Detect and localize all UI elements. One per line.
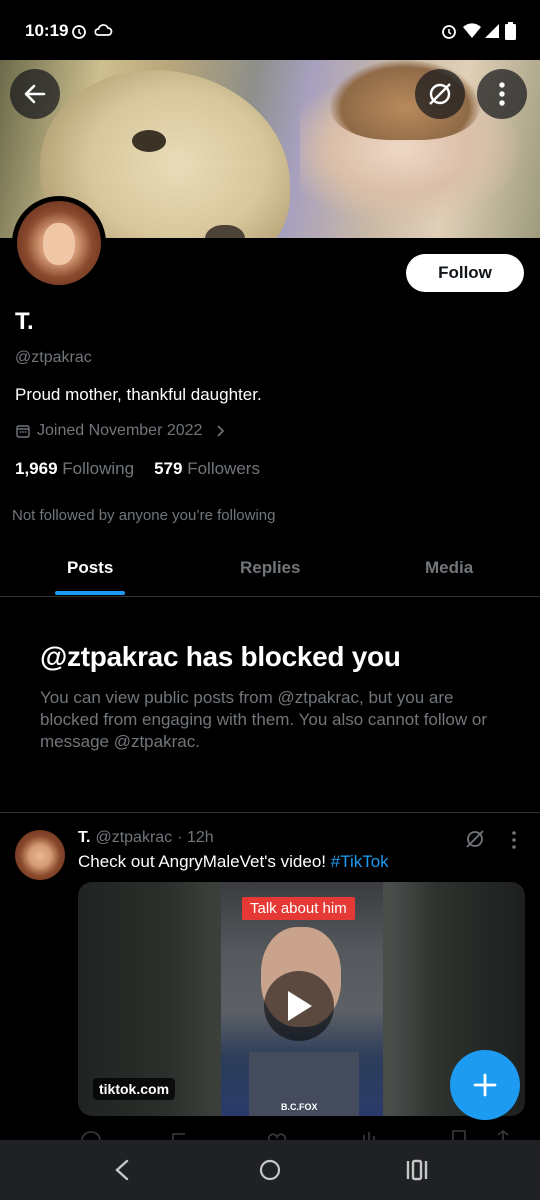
blocked-text: You can view public posts from @ztpakrac… xyxy=(40,688,487,751)
nav-recents-icon[interactable] xyxy=(405,1159,429,1181)
tab-indicator xyxy=(55,591,125,595)
post-avatar[interactable] xyxy=(15,830,65,880)
grok-icon[interactable] xyxy=(464,828,486,850)
following-label: Following xyxy=(62,459,135,478)
status-time: 10:19 xyxy=(25,21,69,40)
alarm-icon xyxy=(442,25,456,39)
not-followed-note: Not followed by anyone you’re following xyxy=(12,507,276,524)
status-bar: 10:19 xyxy=(0,0,540,60)
tab-media[interactable]: Media xyxy=(425,558,473,578)
card-domain: tiktok.com xyxy=(93,1078,176,1100)
repost-icon[interactable] xyxy=(170,1130,192,1140)
profile-handle: @ztpakrac xyxy=(15,349,92,366)
compose-button[interactable] xyxy=(450,1050,520,1120)
profile-name: T. xyxy=(15,308,34,335)
share-icon[interactable] xyxy=(492,1130,514,1140)
grok-button[interactable] xyxy=(415,69,465,119)
cloud-icon xyxy=(94,24,113,36)
following-count: 1,969 xyxy=(15,459,58,478)
post-author-handle: @ztpakrac xyxy=(95,829,173,846)
signal-icon xyxy=(485,24,499,38)
bookmark-icon[interactable] xyxy=(450,1130,468,1140)
wifi-icon xyxy=(463,23,481,38)
play-icon xyxy=(288,991,312,1021)
post-more-icon[interactable] xyxy=(510,830,518,850)
following-link[interactable]: 1,969 Following xyxy=(15,459,134,479)
nav-home-icon[interactable] xyxy=(258,1158,282,1182)
post-author-name[interactable]: T. xyxy=(78,829,90,847)
blocked-title: @ztpakrac has blocked you xyxy=(40,641,401,672)
tab-posts[interactable]: Posts xyxy=(67,558,113,578)
followers-link[interactable]: 579 Followers xyxy=(154,459,260,479)
followers-label: Followers xyxy=(187,459,260,478)
post-actions xyxy=(78,1128,518,1140)
post-hashtag[interactable]: #TikTok xyxy=(331,852,389,871)
profile-tabs: Posts Replies Media xyxy=(0,540,540,597)
avatar-image xyxy=(17,201,101,285)
back-button[interactable] xyxy=(10,69,60,119)
like-icon[interactable] xyxy=(266,1130,288,1140)
video-overlay-label: Talk about him xyxy=(242,897,355,920)
video-watermark: B.C.FOX xyxy=(281,1102,318,1112)
plus-icon xyxy=(473,1073,497,1097)
play-button[interactable] xyxy=(264,971,334,1041)
profile-avatar[interactable] xyxy=(12,196,106,290)
grok-icon xyxy=(429,83,451,105)
battery-icon xyxy=(505,22,516,40)
post-header: T. @ztpakrac · 12h xyxy=(78,829,214,847)
arrow-left-icon xyxy=(24,84,46,104)
system-nav-bar xyxy=(0,1140,540,1200)
joined-label: Joined November 2022 xyxy=(37,422,203,439)
more-vertical-icon xyxy=(499,82,505,106)
views-icon[interactable] xyxy=(360,1130,382,1140)
follow-button[interactable]: Follow xyxy=(406,254,524,292)
tab-replies[interactable]: Replies xyxy=(240,558,300,578)
follow-counts: 1,969 Following 579 Followers xyxy=(15,459,260,479)
post-body: Check out AngryMaleVet's video! xyxy=(78,852,326,871)
more-options-button[interactable] xyxy=(477,69,527,119)
joined-date[interactable]: Joined November 2022 xyxy=(15,422,226,440)
profile-bio: Proud mother, thankful daughter. xyxy=(15,385,262,404)
nav-back-icon[interactable] xyxy=(113,1158,131,1182)
banner-dog-eye xyxy=(132,130,166,152)
followers-count: 579 xyxy=(154,459,183,478)
alarm-icon xyxy=(72,25,86,39)
divider xyxy=(0,812,540,813)
calendar-icon xyxy=(16,425,30,438)
reply-icon[interactable] xyxy=(80,1130,102,1140)
post-time: · 12h xyxy=(177,829,214,846)
chevron-right-icon xyxy=(217,425,225,437)
post-text: Check out AngryMaleVet's video! #TikTok xyxy=(78,852,389,872)
